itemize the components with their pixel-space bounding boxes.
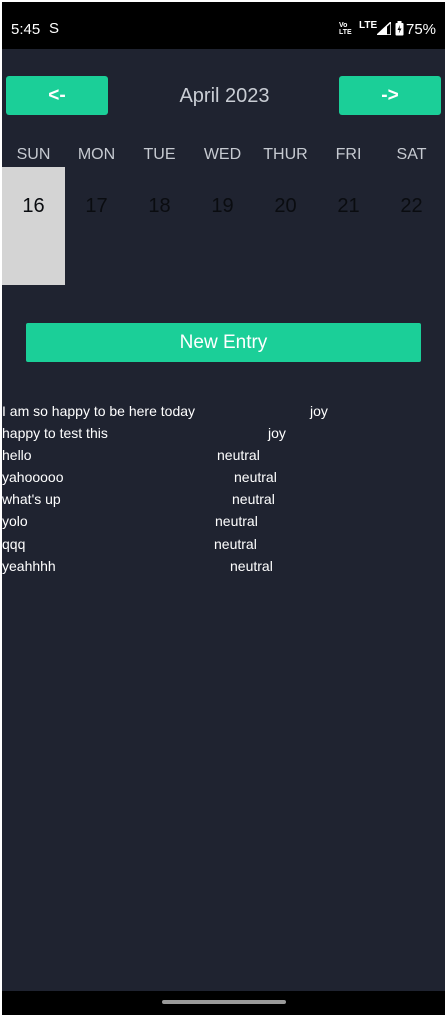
- entry-text: yeahhhh: [2, 558, 56, 574]
- entry-row[interactable]: happy to test this joy: [2, 425, 445, 447]
- day-cell-18[interactable]: 18: [128, 167, 191, 285]
- sync-icon: S: [49, 20, 60, 37]
- day-cell-16[interactable]: 16: [2, 167, 65, 285]
- day-number: 22: [400, 195, 423, 217]
- weekday-fri: FRI: [335, 146, 362, 163]
- day-number: 16: [22, 195, 45, 217]
- entry-text: hello: [2, 447, 32, 463]
- battery-percentage: 75%: [406, 21, 437, 38]
- entry-mood: neutral: [234, 469, 277, 485]
- entry-text: yolo: [2, 513, 28, 529]
- day-cell-20[interactable]: 20: [254, 167, 317, 285]
- status-bar: 5:45 S Vo LTE LTE 75%: [2, 2, 445, 49]
- entry-row[interactable]: I am so happy to be here today joy: [2, 403, 445, 425]
- volte-text-top: Vo: [339, 22, 348, 29]
- next-month-button[interactable]: ->: [339, 76, 441, 115]
- entry-row[interactable]: qqq neutral: [2, 536, 445, 558]
- app-screen: 5:45 S Vo LTE LTE 75% <- April 2023 -> S…: [2, 2, 445, 1015]
- entry-text: yahooooo: [2, 469, 64, 485]
- entry-row[interactable]: yeahhhh neutral: [2, 558, 445, 580]
- entry-mood: neutral: [214, 536, 257, 552]
- day-number: 20: [274, 195, 297, 217]
- home-gesture-handle[interactable]: [162, 1000, 286, 1004]
- day-number: 18: [148, 195, 171, 217]
- battery-icon: [395, 21, 404, 36]
- navigation-bar: [2, 991, 445, 1015]
- weekday-tue: TUE: [143, 146, 176, 163]
- day-number: 21: [337, 195, 360, 217]
- day-cell-22[interactable]: 22: [380, 167, 443, 285]
- day-number: 17: [85, 195, 108, 217]
- weekday-mon: MON: [77, 146, 116, 163]
- entry-row[interactable]: what's up neutral: [2, 491, 445, 513]
- weekday-sun: SUN: [16, 146, 51, 163]
- volte-text-bottom: LTE: [339, 29, 352, 36]
- entry-text: qqq: [2, 536, 26, 552]
- volte-icon: Vo LTE: [339, 22, 352, 36]
- entry-text: I am so happy to be here today: [2, 403, 196, 419]
- month-title: April 2023: [179, 85, 270, 107]
- weekday-sat: SAT: [396, 146, 427, 163]
- weekday-wed: WED: [203, 146, 242, 163]
- entry-mood: joy: [310, 403, 328, 419]
- entry-mood: neutral: [232, 491, 275, 507]
- entry-row[interactable]: yahooooo neutral: [2, 469, 445, 491]
- entry-mood: neutral: [230, 558, 273, 574]
- entry-row[interactable]: yolo neutral: [2, 513, 445, 535]
- day-number: 19: [211, 195, 234, 217]
- day-cell-17[interactable]: 17: [65, 167, 128, 285]
- entry-text: what's up: [2, 491, 61, 507]
- entry-mood: neutral: [217, 447, 260, 463]
- signal-icon: [377, 22, 391, 35]
- day-cell-19[interactable]: 19: [191, 167, 254, 285]
- new-entry-button[interactable]: New Entry: [26, 323, 421, 362]
- day-cell-21[interactable]: 21: [317, 167, 380, 285]
- entry-mood: neutral: [215, 513, 258, 529]
- status-time: 5:45: [11, 21, 41, 38]
- entry-text: happy to test this: [2, 425, 108, 441]
- weekday-thur: THUR: [263, 146, 308, 163]
- entry-row[interactable]: hello neutral: [2, 447, 445, 469]
- lte-icon: LTE: [359, 20, 378, 31]
- entry-mood: joy: [268, 425, 286, 441]
- previous-month-button[interactable]: <-: [6, 76, 108, 115]
